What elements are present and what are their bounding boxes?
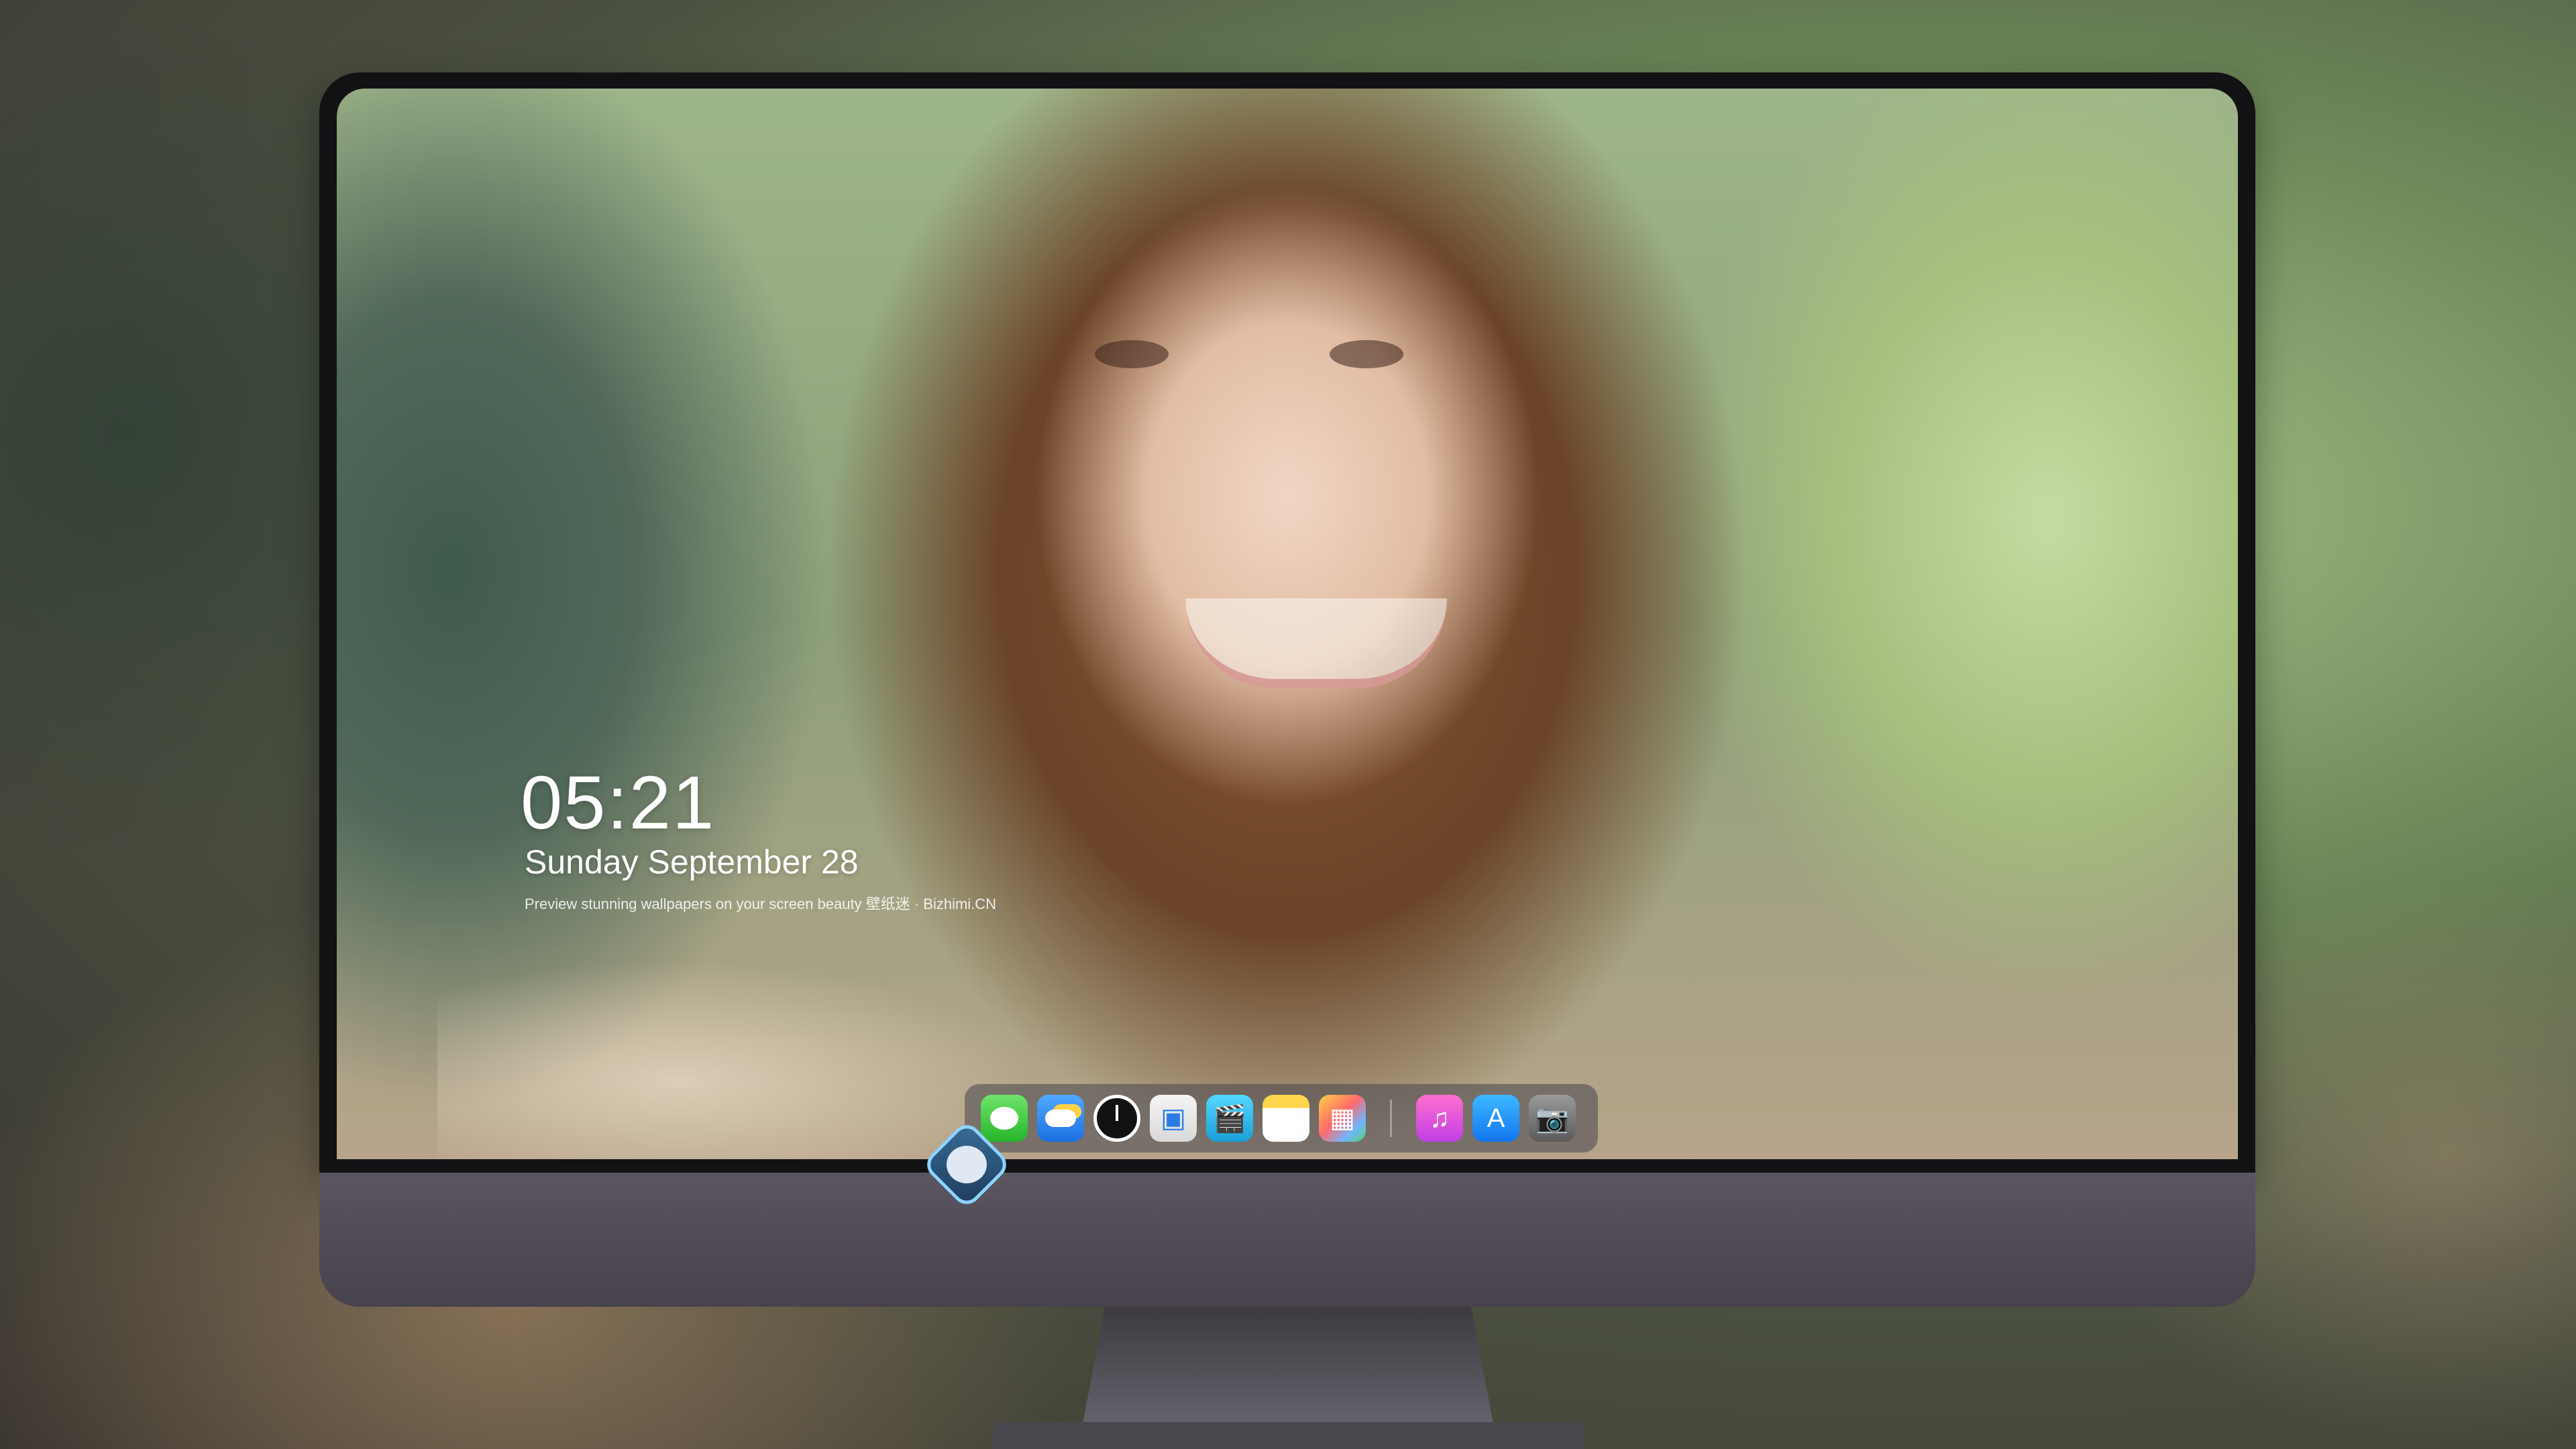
- notes-icon[interactable]: [1263, 1095, 1309, 1142]
- lock-screen-date: Sunday September 28: [525, 843, 859, 881]
- clock-icon[interactable]: [1093, 1095, 1140, 1142]
- music-icon[interactable]: ♫: [1416, 1095, 1463, 1142]
- monitor: 05:21 Sunday September 28 Preview stunni…: [319, 72, 2255, 1307]
- dock-separator: [1390, 1099, 1392, 1137]
- camera-icon[interactable]: 📷: [1529, 1095, 1576, 1142]
- lock-screen-time: 05:21: [521, 761, 716, 845]
- desktop-screen[interactable]: 05:21 Sunday September 28 Preview stunni…: [337, 89, 2238, 1159]
- clips-icon[interactable]: 🎬: [1206, 1095, 1253, 1142]
- wallpaper-detail: [1185, 598, 1447, 688]
- wallpaper-detail: [1330, 340, 1403, 368]
- photos-icon[interactable]: ▦: [1319, 1095, 1366, 1142]
- monitor-bezel: 05:21 Sunday September 28 Preview stunni…: [319, 72, 2255, 1173]
- wallpaper-detail: [1095, 340, 1169, 368]
- wallpaper-glare: [437, 961, 1041, 1159]
- dock: ▣ 🎬 ▦ ♫ A 📷: [965, 1084, 1598, 1152]
- app-store-icon[interactable]: A: [1472, 1095, 1519, 1142]
- messages-icon[interactable]: [981, 1095, 1028, 1142]
- monitor-stand-base: [993, 1422, 1583, 1449]
- mascot-face: [947, 1146, 987, 1183]
- wallpaper-caption: Preview stunning wallpapers on your scre…: [525, 896, 997, 912]
- monitor-chin: [319, 1173, 2255, 1307]
- weather-icon[interactable]: [1037, 1095, 1084, 1142]
- preview-icon[interactable]: ▣: [1150, 1095, 1197, 1142]
